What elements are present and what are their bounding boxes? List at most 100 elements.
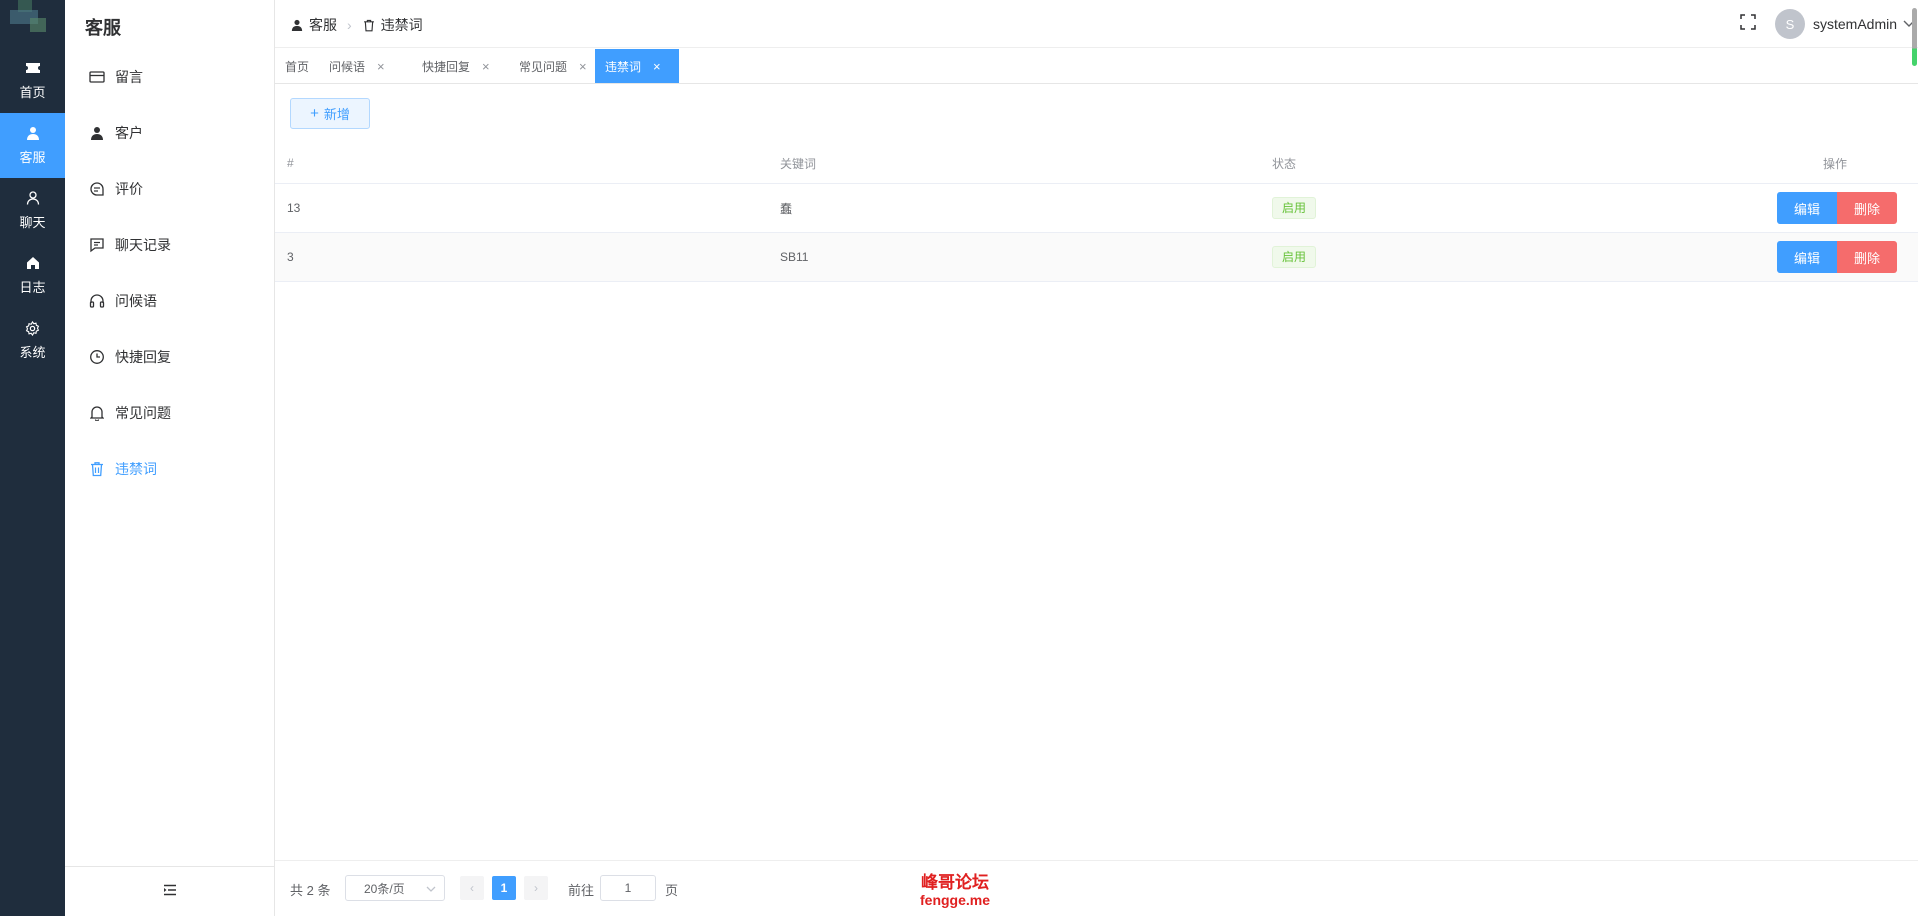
sidebar-item-message[interactable]: 留言 xyxy=(65,52,274,102)
app-rail: 首页 客服 聊天 日志 系统 xyxy=(0,0,65,916)
tab-banned-words[interactable]: 违禁词 × xyxy=(595,49,679,83)
user-menu[interactable]: S systemAdmin xyxy=(1775,9,1915,39)
trash-icon xyxy=(362,18,376,32)
status-badge: 启用 xyxy=(1272,246,1317,268)
prev-page-button[interactable]: ‹ xyxy=(460,876,484,900)
tab-bar: 首页 问候语 × 快捷回复 × 常见问题 × 违禁词 × xyxy=(275,48,1918,84)
tab-label: 问候语 xyxy=(329,59,366,74)
watermark-line2: fengge.me xyxy=(920,892,991,908)
sidebar-item-label: 常见问题 xyxy=(115,405,171,421)
rail-item-label: 聊天 xyxy=(19,215,46,230)
breadcrumb: 客服 › 违禁词 xyxy=(290,15,423,35)
close-icon[interactable]: × xyxy=(579,59,587,74)
sidebar-item-customer[interactable]: 客户 xyxy=(65,108,274,158)
ticket-icon xyxy=(25,60,41,76)
clock-icon xyxy=(89,349,105,365)
sidebar-item-rating[interactable]: 评价 xyxy=(65,164,274,214)
tab-home[interactable]: 首页 xyxy=(275,49,319,83)
watermark-line1: 峰哥论坛 xyxy=(921,873,989,892)
add-button[interactable]: + 新增 xyxy=(290,98,370,129)
page-unit-label: 页 xyxy=(665,883,679,898)
gear-icon xyxy=(25,320,41,336)
column-header-status: 状态 xyxy=(1272,156,1297,171)
sidebar-item-quick-reply[interactable]: 快捷回复 xyxy=(65,332,274,382)
bell-icon xyxy=(89,405,105,421)
cell-id: 3 xyxy=(287,250,294,264)
tab-label: 常见问题 xyxy=(519,59,568,74)
sidebar-item-label: 快捷回复 xyxy=(115,349,171,365)
user-filled-icon xyxy=(89,125,105,141)
close-icon[interactable]: × xyxy=(377,59,385,74)
sidebar-item-label: 问候语 xyxy=(115,293,157,309)
column-header-id: # xyxy=(287,156,294,170)
topbar: 客服 › 违禁词 S systemAdmin xyxy=(275,0,1918,48)
tab-quick-reply[interactable]: 快捷回复 × xyxy=(412,49,500,83)
avatar: S xyxy=(1775,9,1805,39)
sidebar-item-faq[interactable]: 常见问题 xyxy=(65,388,274,438)
rail-item-log[interactable]: 日志 xyxy=(0,243,65,308)
tab-label: 快捷回复 xyxy=(422,59,471,74)
trash-icon xyxy=(89,461,105,477)
close-icon[interactable]: × xyxy=(653,59,661,74)
banned-words-table: # 关键词 状态 操作 13 蠢 启用 编辑 删除 3 SB11 启用 编辑 删… xyxy=(275,143,1918,282)
tab-greeting[interactable]: 问候语 × xyxy=(319,49,395,83)
goto-page-input[interactable] xyxy=(600,875,656,901)
rail-item-label: 系统 xyxy=(19,345,46,360)
sidebar: 客服 留言 客户 评价 聊天记录 问候语 快捷回复 常见问题 违禁词 xyxy=(65,0,275,916)
column-header-actions: 操作 xyxy=(1823,156,1848,171)
chevron-right-icon: › xyxy=(534,881,538,895)
chevron-down-icon xyxy=(426,881,436,895)
breadcrumb-item: 违禁词 xyxy=(380,17,423,33)
delete-button[interactable]: 删除 xyxy=(1837,241,1897,273)
chevron-left-icon: ‹ xyxy=(470,881,474,895)
edit-button[interactable]: 编辑 xyxy=(1777,192,1837,224)
edit-button[interactable]: 编辑 xyxy=(1777,241,1837,273)
main-area: 客服 › 违禁词 S systemAdmin 首页 问候语 × 快捷回复 × 常… xyxy=(275,0,1918,916)
page-size-select[interactable]: 20条/页 xyxy=(345,875,445,901)
rail-item-system[interactable]: 系统 xyxy=(0,308,65,373)
cell-id: 13 xyxy=(287,201,301,215)
goto-label: 前往 xyxy=(568,883,595,898)
breadcrumb-separator: › xyxy=(347,17,352,33)
logo xyxy=(10,0,54,40)
tab-faq[interactable]: 常见问题 × xyxy=(509,49,597,83)
watermark: 峰哥论坛 fengge.me xyxy=(920,873,990,908)
sidebar-item-chat-history[interactable]: 聊天记录 xyxy=(65,220,274,270)
scroll-indicator[interactable] xyxy=(1912,8,1917,66)
chat-round-icon xyxy=(89,181,105,197)
home-icon xyxy=(25,255,41,271)
page-number[interactable]: 1 xyxy=(492,876,516,900)
sidebar-item-label: 留言 xyxy=(115,69,143,85)
column-header-keyword: 关键词 xyxy=(780,156,817,171)
user-icon xyxy=(25,125,41,141)
sidebar-item-label: 评价 xyxy=(115,181,143,197)
chat-square-icon xyxy=(89,237,105,253)
collapse-icon xyxy=(163,883,177,901)
next-page-button[interactable]: › xyxy=(524,876,548,900)
close-icon[interactable]: × xyxy=(482,59,490,74)
sidebar-collapse-button[interactable] xyxy=(65,866,274,916)
rail-item-chat[interactable]: 聊天 xyxy=(0,178,65,243)
rail-item-home[interactable]: 首页 xyxy=(0,48,65,113)
fullscreen-icon[interactable] xyxy=(1740,14,1758,32)
table-header: # 关键词 状态 操作 xyxy=(275,143,1918,184)
sidebar-item-label: 客户 xyxy=(115,125,143,141)
tab-label: 首页 xyxy=(285,59,310,74)
pagination-total: 共 2 条 xyxy=(290,883,331,898)
table-row: 3 SB11 启用 编辑 删除 xyxy=(275,233,1918,282)
breadcrumb-item[interactable]: 客服 xyxy=(309,15,337,35)
rail-item-service[interactable]: 客服 xyxy=(0,113,65,178)
page-size-value: 20条/页 xyxy=(364,881,405,896)
delete-button[interactable]: 删除 xyxy=(1837,192,1897,224)
sidebar-item-banned-words[interactable]: 违禁词 xyxy=(65,444,274,494)
sidebar-item-greeting[interactable]: 问候语 xyxy=(65,276,274,326)
cell-keyword: 蠢 xyxy=(780,201,793,216)
sidebar-title: 客服 xyxy=(85,18,121,38)
user-filled-icon xyxy=(290,18,304,32)
sidebar-item-label: 聊天记录 xyxy=(115,237,171,253)
cell-keyword: SB11 xyxy=(780,250,809,264)
add-button-label: 新增 xyxy=(323,107,350,122)
user-outline-icon xyxy=(25,190,41,206)
tab-label: 违禁词 xyxy=(605,59,642,74)
rail-item-label: 客服 xyxy=(19,150,46,165)
